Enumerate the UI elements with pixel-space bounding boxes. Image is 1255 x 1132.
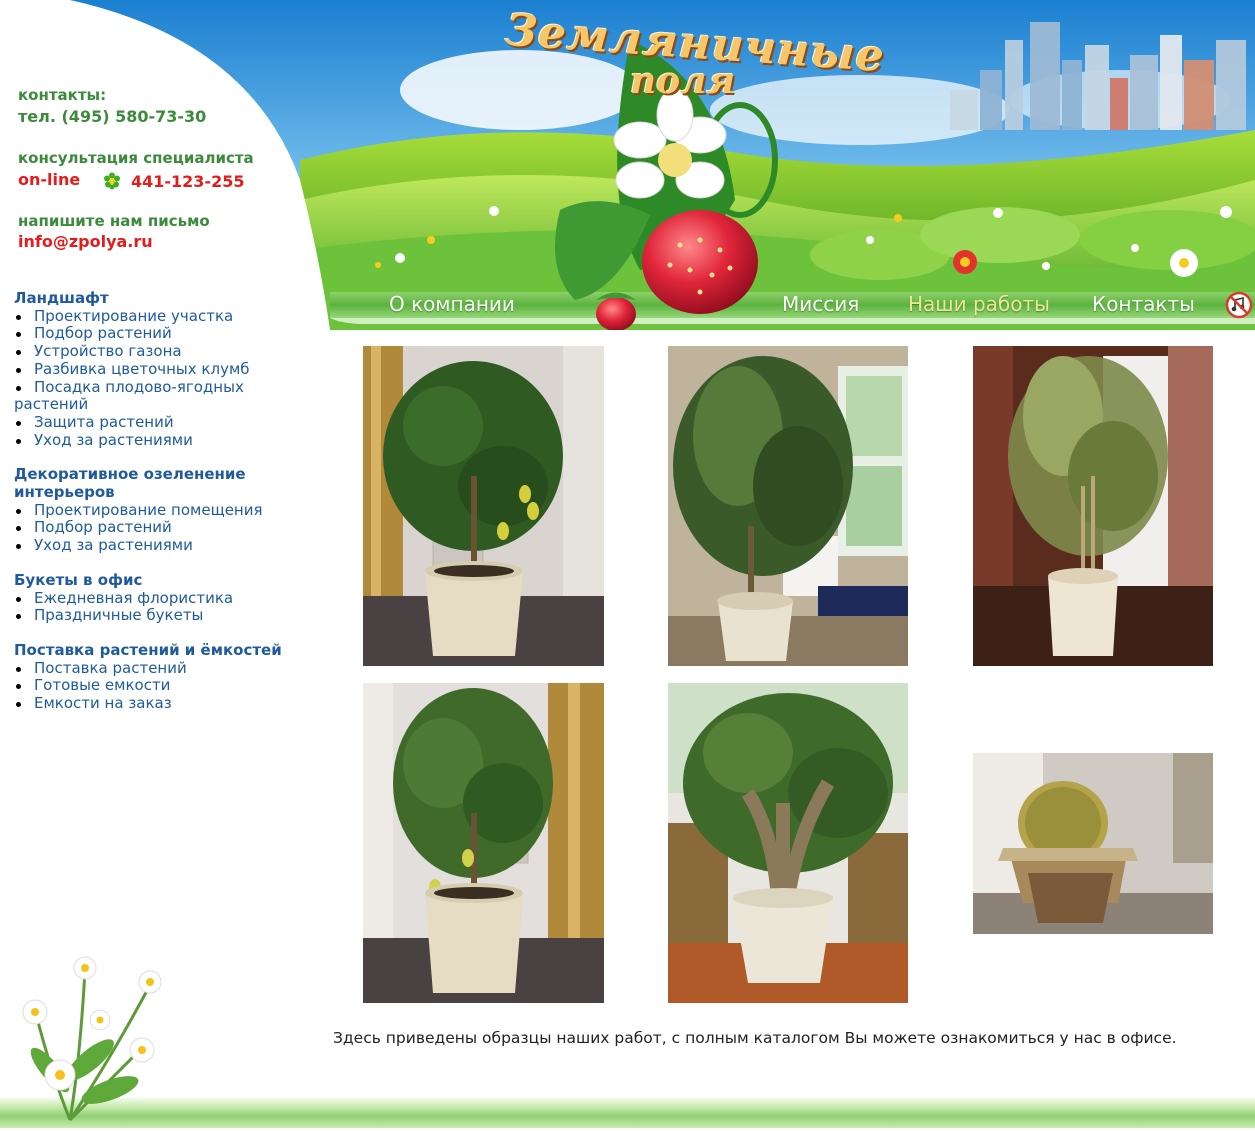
menu-group-interiors: Декоративное озеленение интерьеров Проек…	[14, 465, 314, 555]
menu-heading[interactable]: Декоративное озеленение интерьеров	[14, 465, 259, 501]
menu-heading[interactable]: Ландшафт	[14, 289, 314, 308]
menu-group-supply: Поставка растений и ёмкостей Поставка ра…	[14, 641, 314, 713]
side-menu: Ландшафт Проектирование участка Подбор р…	[14, 289, 314, 730]
gallery-caption: Здесь приведены образцы наших работ, с п…	[333, 1029, 1177, 1047]
menu-item[interactable]: Проектирование помещения	[14, 501, 314, 520]
nav-our-works[interactable]: Наши работы	[908, 292, 1050, 316]
menu-item[interactable]: Готовые емкости	[14, 677, 314, 695]
menu-item[interactable]: Подбор растений	[14, 519, 314, 537]
lemon-tree-photo[interactable]	[363, 346, 604, 666]
menu-group-landscape: Ландшафт Проектирование участка Подбор р…	[14, 289, 314, 450]
footer-bar	[0, 1098, 1255, 1128]
menu-item[interactable]: Емкости на заказ	[14, 694, 314, 713]
menu-item[interactable]: Поставка растений	[14, 659, 314, 678]
mail-label: напишите нам письмо	[18, 212, 210, 230]
bamboo-plant-photo[interactable]	[973, 346, 1213, 666]
daisy-bouquet-image	[10, 950, 180, 1128]
icq-number[interactable]: 441-123-255	[131, 172, 244, 191]
menu-heading[interactable]: Поставка растений и ёмкостей	[14, 641, 314, 660]
nav-mission[interactable]: Миссия	[782, 292, 859, 316]
menu-item[interactable]: Подбор растений	[14, 325, 314, 343]
nav-contacts[interactable]: Контакты	[1092, 292, 1195, 316]
menu-item[interactable]: Ежедневная флористика	[14, 589, 314, 608]
menu-item[interactable]: Проектирование участка	[14, 307, 314, 326]
contacts-label: контакты:	[18, 86, 107, 104]
email-link[interactable]: info@zpolya.ru	[18, 232, 153, 251]
menu-group-bouquets: Букеты в офис Ежедневная флористика Праз…	[14, 571, 314, 625]
menu-item[interactable]: Праздничные букеты	[14, 607, 314, 625]
lemon-tree-photo-2[interactable]	[363, 683, 604, 1003]
menu-item[interactable]: Уход за растениями	[14, 536, 314, 555]
menu-item[interactable]: Разбивка цветочных клумб	[14, 360, 314, 379]
menu-item[interactable]: Уход за растениями	[14, 431, 314, 450]
menu-item[interactable]: Устройство газона	[14, 342, 314, 361]
site-logo-subtitle: поля	[630, 60, 736, 102]
menu-item[interactable]: Посадка плодово-ягодных растений	[14, 378, 314, 414]
online-label: on-line	[18, 170, 81, 189]
jade-tree-photo[interactable]	[668, 683, 908, 1003]
phone-number: тел. (495) 580-73-30	[18, 107, 207, 126]
menu-heading[interactable]: Букеты в офис	[14, 571, 314, 590]
no-sound-icon[interactable]	[1225, 291, 1253, 319]
palm-plant-photo[interactable]	[668, 346, 908, 666]
icq-flower-icon	[104, 172, 120, 190]
consult-label: консультация специалиста	[18, 149, 254, 167]
cactus-photo[interactable]	[973, 753, 1213, 934]
nav-about[interactable]: О компании	[389, 292, 515, 316]
menu-item[interactable]: Защита растений	[14, 413, 314, 432]
